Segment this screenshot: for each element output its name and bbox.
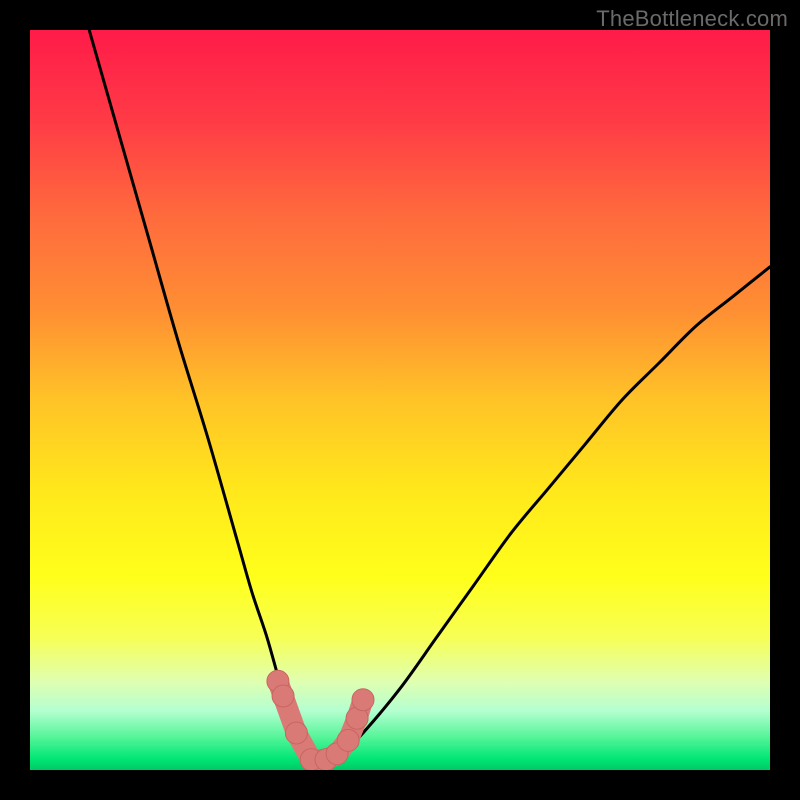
optimal-region-markers [30,30,770,770]
watermark-text: TheBottleneck.com [596,6,788,32]
plot-area [30,30,770,770]
chart-frame: TheBottleneck.com [0,0,800,800]
